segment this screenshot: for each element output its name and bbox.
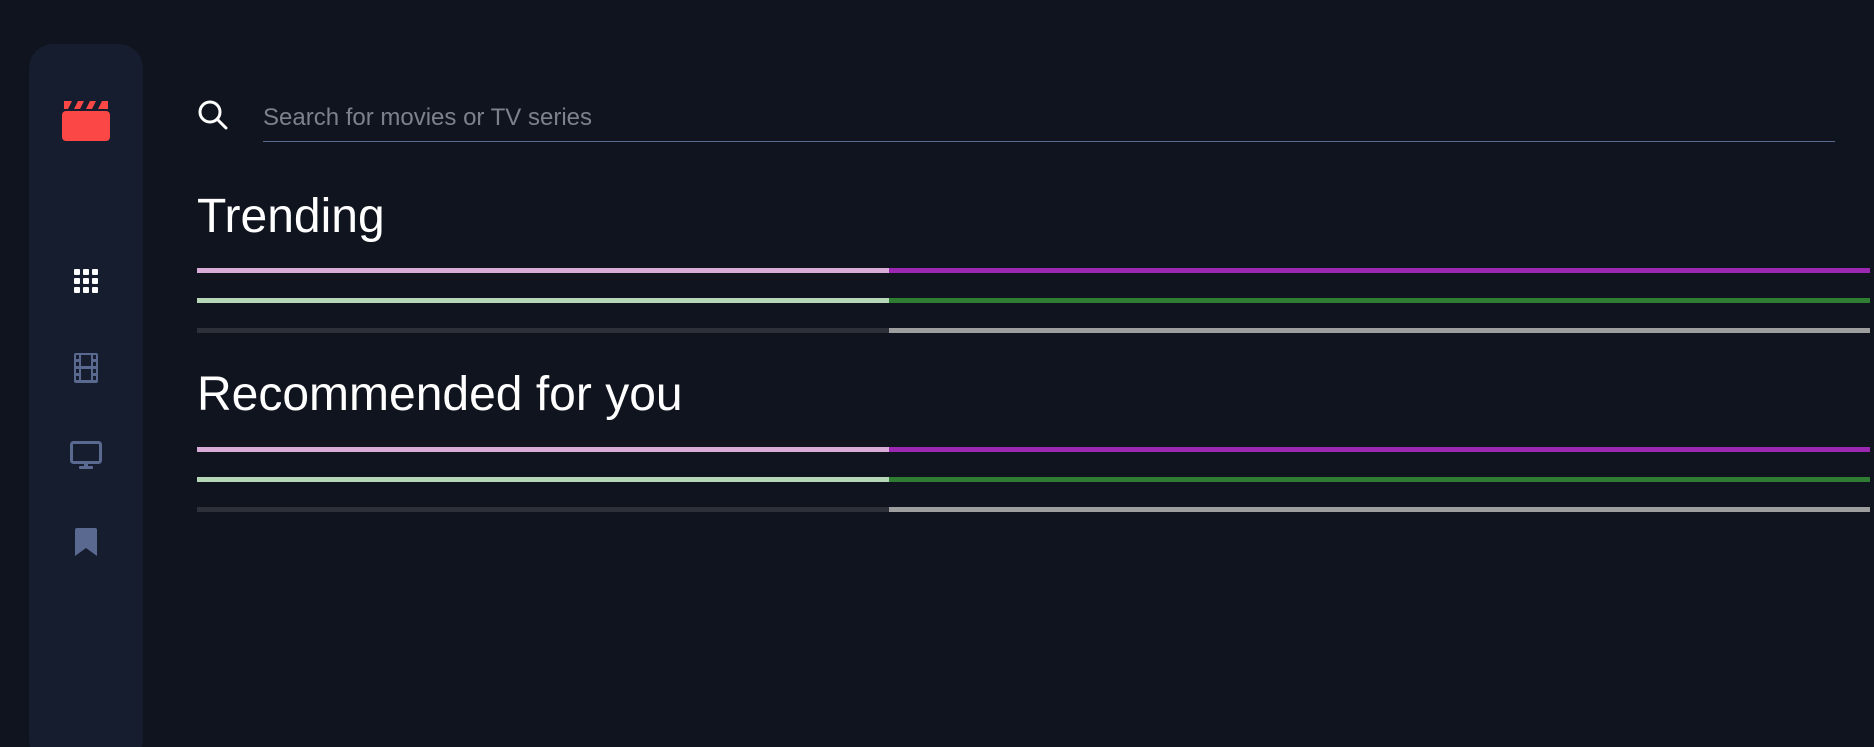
loading-bar bbox=[197, 447, 1870, 452]
clapperboard-icon[interactable] bbox=[62, 97, 110, 141]
loading-bar-progress bbox=[889, 447, 1870, 452]
loading-bar-buffer bbox=[197, 328, 889, 333]
loading-bar bbox=[197, 298, 1870, 303]
loading-bar-buffer bbox=[197, 507, 889, 512]
search-bar bbox=[197, 95, 1837, 143]
loading-bar-buffer bbox=[197, 447, 889, 452]
sidebar bbox=[29, 44, 143, 747]
loading-bar-progress bbox=[889, 477, 1870, 482]
loading-bar-progress bbox=[889, 268, 1870, 273]
bookmark-icon bbox=[75, 528, 97, 556]
section-title-trending: Trending bbox=[197, 190, 385, 243]
loading-bar bbox=[197, 477, 1870, 482]
loading-bar-progress bbox=[889, 328, 1870, 333]
nav-bookmarks[interactable] bbox=[66, 522, 106, 562]
grid-icon bbox=[74, 269, 98, 293]
app-root: Trending Recommended for you bbox=[0, 0, 1874, 747]
nav-movies[interactable] bbox=[66, 348, 106, 388]
loading-bar-progress bbox=[889, 298, 1870, 303]
loading-bar bbox=[197, 507, 1870, 512]
loading-bar-buffer bbox=[197, 477, 889, 482]
search-input[interactable] bbox=[263, 95, 1835, 142]
search-icon[interactable] bbox=[197, 99, 229, 131]
loading-bar-buffer bbox=[197, 298, 889, 303]
tv-icon bbox=[70, 441, 102, 469]
loading-bar bbox=[197, 328, 1870, 333]
loading-bar bbox=[197, 268, 1870, 273]
film-icon bbox=[74, 353, 98, 383]
nav-tv-series[interactable] bbox=[66, 435, 106, 475]
section-title-recommended: Recommended for you bbox=[197, 368, 683, 421]
loading-bar-progress bbox=[889, 507, 1870, 512]
loading-bar-buffer bbox=[197, 268, 889, 273]
nav-home[interactable] bbox=[66, 261, 106, 301]
